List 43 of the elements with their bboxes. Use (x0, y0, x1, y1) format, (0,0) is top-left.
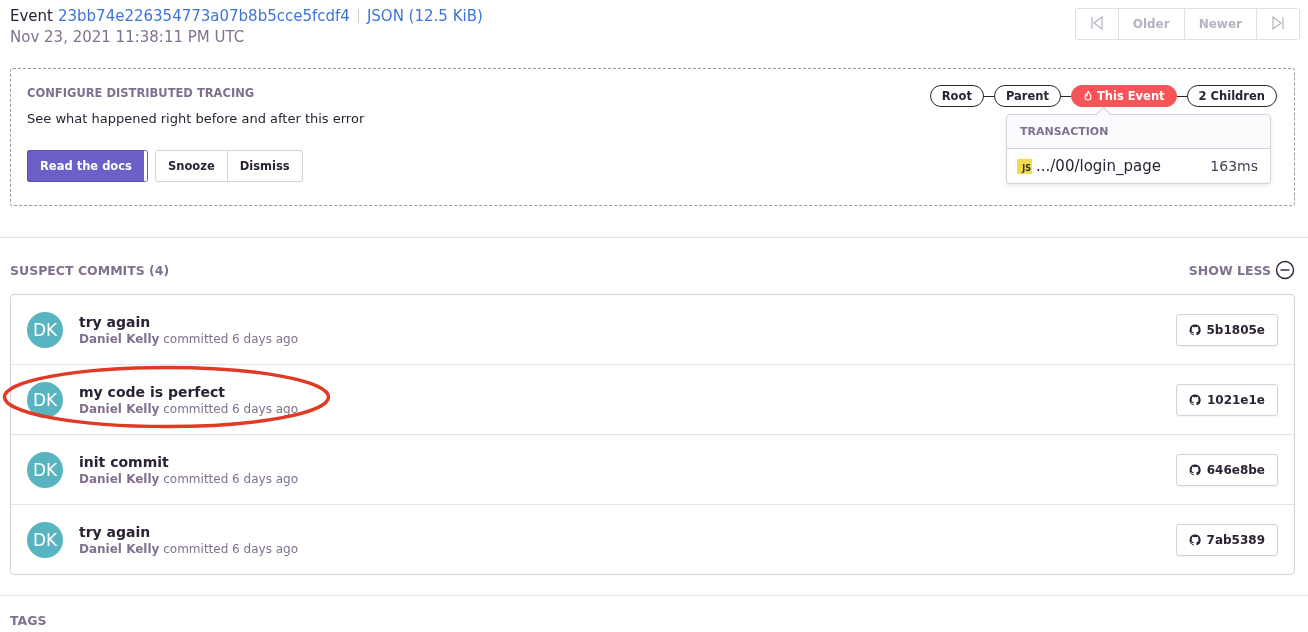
commit-message[interactable]: init commit (79, 453, 1176, 470)
trace-node[interactable]: Root (929, 85, 984, 107)
github-icon (1188, 323, 1201, 336)
commit-message[interactable]: my code is perfect (79, 383, 1176, 400)
commit-meta: Daniel Kelly committed 6 days ago (79, 331, 299, 346)
popover-heading: TRANSACTION (1007, 115, 1270, 149)
json-link[interactable]: JSON (12.5 KiB) (366, 7, 483, 25)
transaction-link[interactable]: .../00/login_page (1036, 157, 1211, 175)
avatar: DK (27, 521, 63, 558)
js-icon: JS (1017, 158, 1032, 174)
trace-node[interactable]: 2 Children (1186, 85, 1277, 107)
docs-button[interactable]: Read the docs (27, 150, 147, 182)
trace-node[interactable]: Parent (993, 85, 1061, 107)
tracing-description: See what happened right before and after this error (27, 111, 365, 126)
transaction-duration: 163ms (1210, 158, 1258, 174)
commit-meta: Daniel Kelly committed 6 days ago (79, 471, 299, 486)
event-timestamp: Nov 23, 2021 11:38:11 PM UTC (10, 28, 246, 46)
tracing-title: CONFIGURE DISTRIBUTED TRACING (27, 86, 256, 100)
minus-circle-icon (1275, 260, 1295, 280)
github-icon (1188, 393, 1201, 406)
commit-message[interactable]: try again (79, 523, 1176, 540)
section-title: SUSPECT COMMITS (4) (10, 262, 170, 278)
github-icon (1188, 463, 1201, 476)
action-button[interactable]: Snooze (154, 150, 228, 182)
avatar: DK (27, 451, 63, 488)
section-title: TAGS (10, 613, 47, 628)
commit-message[interactable]: try again (79, 313, 1176, 330)
avatar: DK (27, 311, 63, 348)
event-id-link[interactable]: 23bb74e226354773a07b8b5cce5fcdf4 (58, 7, 350, 25)
show-less-button[interactable]: SHOW LESS (1188, 260, 1295, 280)
avatar: DK (27, 381, 63, 418)
action-button[interactable]: Dismiss (227, 150, 303, 182)
event-label: Event (10, 7, 53, 25)
skip-first-icon (1089, 15, 1104, 30)
commit-meta: Daniel Kelly committed 6 days ago (79, 541, 299, 556)
commit-sha-button[interactable]: 7ab5389 (1175, 523, 1278, 556)
commit-sha-button[interactable]: 5b1805e (1175, 313, 1278, 346)
github-icon (1188, 533, 1201, 546)
skip-last-icon (1271, 15, 1285, 30)
commit-meta: Daniel Kelly committed 6 days ago (79, 401, 299, 416)
commit-sha-button[interactable]: 646e8be (1175, 453, 1278, 486)
flame-icon (1082, 90, 1093, 102)
commit-sha-button[interactable]: 1021e1e (1175, 383, 1278, 416)
